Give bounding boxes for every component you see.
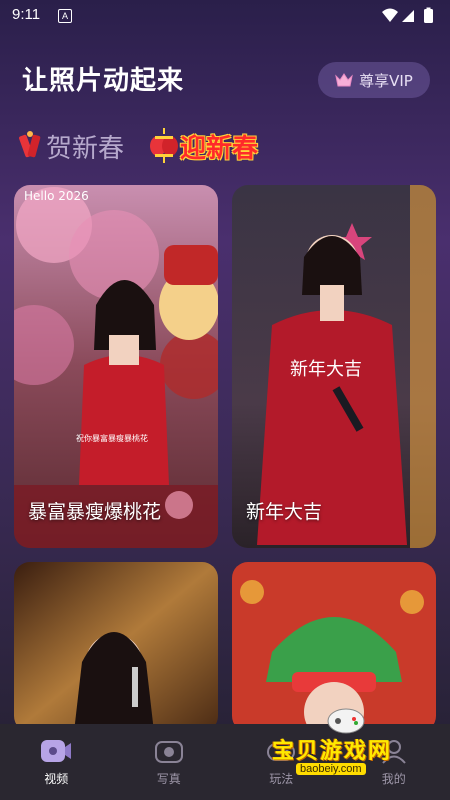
nav-label: 写真 xyxy=(156,771,181,786)
watermark-title: 宝贝游戏网 xyxy=(272,739,393,764)
nav-photo[interactable]: 写真 xyxy=(113,724,226,800)
status-time: 9:11 xyxy=(12,6,41,23)
video-icon xyxy=(41,739,72,762)
page-title: 让照片动起来 xyxy=(22,66,185,96)
card-banner: Hello 2026 xyxy=(24,189,89,203)
watermark: 宝贝游戏网 baobeiy.com xyxy=(272,705,422,785)
tab-he-xinchun[interactable]: 贺新春 xyxy=(16,128,124,165)
card-thumbnail: 新年大吉 xyxy=(232,185,436,548)
template-card[interactable]: 新年大吉 新年大吉 xyxy=(232,185,436,548)
category-tabs: 贺新春 迎新春 xyxy=(16,126,282,166)
tab-label: 迎新春 xyxy=(180,133,259,164)
vip-button[interactable]: 尊享VIP xyxy=(318,62,430,98)
card-caption: 祝你暴富暴瘦暴桃花 xyxy=(76,433,148,443)
vip-label: 尊享VIP xyxy=(359,71,413,90)
card-thumbnail: 祝你暴富暴瘦暴桃花 Hello 2026 xyxy=(14,185,218,548)
camera-icon xyxy=(154,740,183,763)
nav-video[interactable]: 视频 xyxy=(0,724,113,800)
signal-icon xyxy=(402,10,414,22)
notification-icon: A xyxy=(58,9,72,23)
status-bar: 9:11 A xyxy=(0,0,450,32)
card-thumbnail xyxy=(14,562,218,732)
template-card[interactable] xyxy=(14,562,218,732)
tab-ying-xinchun[interactable]: 迎新春 xyxy=(148,128,258,165)
card-label: 暴富暴瘦爆桃花 xyxy=(28,501,162,523)
lantern-icon xyxy=(150,128,179,163)
tab-label: 贺新春 xyxy=(46,133,125,164)
battery-icon xyxy=(424,9,433,23)
watermark-url: baobeiy.com xyxy=(296,763,366,775)
firecracker-icon xyxy=(19,131,41,158)
status-icons xyxy=(382,7,433,23)
card-caption: 新年大吉 xyxy=(290,359,362,380)
card-label: 新年大吉 xyxy=(246,501,323,523)
crown-icon xyxy=(335,73,353,87)
gamepad-logo-icon xyxy=(327,708,365,734)
nav-label: 视频 xyxy=(44,771,69,786)
wifi-icon xyxy=(382,8,398,22)
template-card[interactable]: 祝你暴富暴瘦暴桃花 Hello 2026 暴富暴瘦爆桃花 xyxy=(14,185,218,548)
